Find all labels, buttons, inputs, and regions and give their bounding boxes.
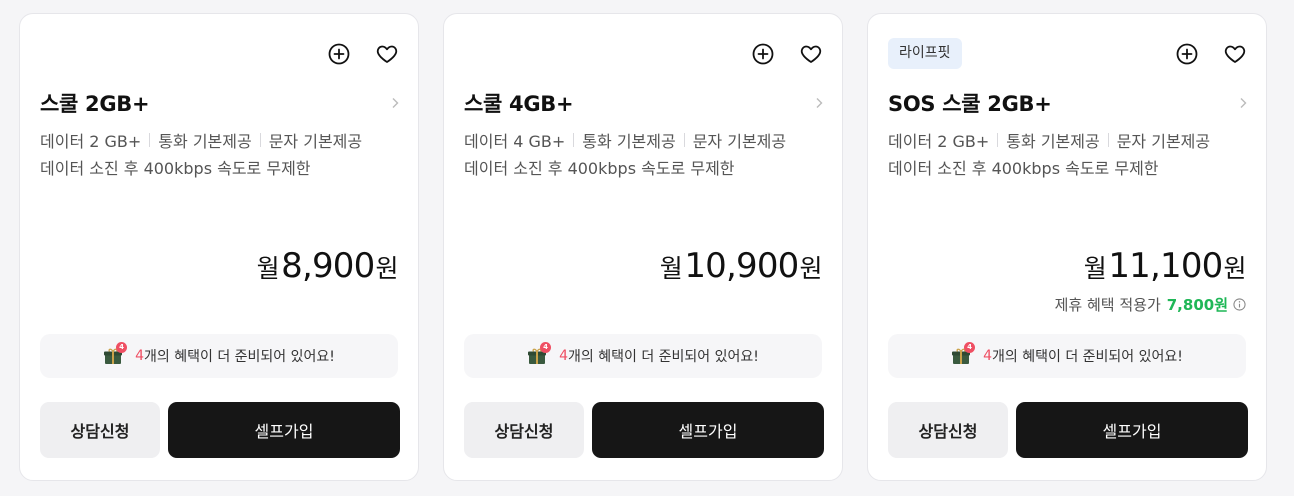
heart-icon bbox=[1224, 45, 1246, 63]
monthly-price: 월 11,100 원 bbox=[1083, 246, 1247, 286]
divider bbox=[997, 133, 999, 147]
spec-call: 통화 기본제공 bbox=[582, 132, 676, 151]
benefit-count: 4 bbox=[135, 348, 145, 364]
divider bbox=[1107, 133, 1109, 147]
plan-name: 스쿨 4GB+ bbox=[464, 92, 574, 116]
discount-label: 제휴 혜택 적용가 bbox=[1054, 296, 1161, 314]
heart-icon bbox=[800, 45, 822, 63]
favorite-button[interactable] bbox=[375, 42, 399, 66]
discount-price: 7,800원 bbox=[1166, 296, 1228, 314]
gift-badge: 4 bbox=[540, 342, 552, 353]
price-prefix: 월 bbox=[659, 254, 683, 283]
benefit-text: 개의 혜택이 더 준비되어 있어요! bbox=[144, 349, 335, 365]
price-value: 11,100 bbox=[1108, 246, 1223, 286]
spec-data: 데이터 2 GB+ bbox=[888, 132, 990, 151]
plan-card: 라이프핏 SOS 스쿨 2GB+ 데이터 2 GB+ 통화 기본제공 문자 기본제공… bbox=[867, 13, 1267, 481]
chevron-right-icon bbox=[1236, 96, 1250, 110]
self-join-button[interactable]: 셀프가입 bbox=[592, 402, 824, 458]
plan-card: 스쿨 2GB+ 데이터 2 GB+ 통화 기본제공 문자 기본제공 데이터 소진 후… bbox=[19, 13, 419, 481]
spec-call: 통화 기본제공 bbox=[158, 132, 252, 151]
spec-data: 데이터 2 GB+ bbox=[40, 132, 142, 151]
spec-sms: 문자 기본제공 bbox=[1116, 132, 1211, 151]
price-suffix: 원 bbox=[1223, 254, 1246, 283]
gift-badge: 4 bbox=[116, 342, 128, 353]
benefit-text: 개의 혜택이 더 준비되어 있어요! bbox=[992, 349, 1183, 365]
benefit-banner[interactable]: 4 4 개의 혜택이 더 준비되어 있어요! bbox=[464, 334, 822, 378]
plan-tag-badge: 라이프핏 bbox=[888, 38, 962, 69]
plan-specs: 데이터 4 GB+ 통화 기본제공 문자 기본제공 bbox=[464, 128, 786, 152]
consult-button[interactable]: 상담신청 bbox=[40, 402, 160, 458]
consult-button[interactable]: 상담신청 bbox=[888, 402, 1008, 458]
gift-icon: 4 bbox=[527, 342, 552, 365]
divider bbox=[573, 133, 575, 147]
price-suffix: 원 bbox=[799, 254, 822, 283]
gift-icon: 4 bbox=[103, 342, 128, 365]
price-prefix: 월 bbox=[1083, 254, 1107, 283]
price-suffix: 원 bbox=[375, 254, 398, 283]
favorite-button[interactable] bbox=[1223, 42, 1247, 66]
self-join-button[interactable]: 셀프가입 bbox=[168, 402, 400, 458]
plan-name: 스쿨 2GB+ bbox=[40, 92, 150, 116]
plan-name: SOS 스쿨 2GB+ bbox=[888, 92, 1052, 116]
plus-circle-icon bbox=[328, 43, 350, 65]
plan-title-link[interactable]: 스쿨 4GB+ bbox=[464, 88, 826, 118]
monthly-price: 월 8,900 원 bbox=[256, 246, 399, 286]
spec-sms: 문자 기본제공 bbox=[692, 132, 787, 151]
chevron-right-icon bbox=[812, 96, 826, 110]
plus-circle-icon bbox=[752, 43, 774, 65]
divider bbox=[683, 133, 685, 147]
heart-icon bbox=[376, 45, 398, 63]
plan-title-link[interactable]: SOS 스쿨 2GB+ bbox=[888, 88, 1250, 118]
spec-note: 데이터 소진 후 400kbps 속도로 무제한 bbox=[888, 159, 1159, 178]
partner-discount: 제휴 혜택 적용가 7,800원 bbox=[1055, 294, 1246, 315]
spec-data: 데이터 4 GB+ bbox=[464, 132, 566, 151]
monthly-price: 월 10,900 원 bbox=[659, 246, 823, 286]
benefit-banner[interactable]: 4 4 개의 혜택이 더 준비되어 있어요! bbox=[40, 334, 398, 378]
gift-icon: 4 bbox=[951, 342, 976, 365]
price-prefix: 월 bbox=[256, 254, 280, 283]
self-join-button[interactable]: 셀프가입 bbox=[1016, 402, 1248, 458]
divider bbox=[259, 133, 261, 147]
spec-call: 통화 기본제공 bbox=[1006, 132, 1100, 151]
spec-note: 데이터 소진 후 400kbps 속도로 무제한 bbox=[464, 159, 735, 178]
plan-title-link[interactable]: 스쿨 2GB+ bbox=[40, 88, 402, 118]
spec-note: 데이터 소진 후 400kbps 속도로 무제한 bbox=[40, 159, 311, 178]
plan-specs: 데이터 2 GB+ 통화 기본제공 문자 기본제공 bbox=[40, 128, 362, 152]
plan-card: 스쿨 4GB+ 데이터 4 GB+ 통화 기본제공 문자 기본제공 데이터 소진 후… bbox=[443, 13, 843, 481]
chevron-right-icon bbox=[388, 96, 402, 110]
favorite-button[interactable] bbox=[799, 42, 823, 66]
divider bbox=[149, 133, 151, 147]
price-value: 10,900 bbox=[684, 246, 799, 286]
benefit-count: 4 bbox=[559, 348, 569, 364]
plan-specs: 데이터 2 GB+ 통화 기본제공 문자 기본제공 bbox=[888, 128, 1210, 152]
info-icon[interactable] bbox=[1233, 298, 1246, 311]
compare-add-button[interactable] bbox=[327, 42, 351, 66]
benefit-count: 4 bbox=[983, 348, 993, 364]
price-value: 8,900 bbox=[281, 246, 375, 286]
benefit-text: 개의 혜택이 더 준비되어 있어요! bbox=[568, 349, 759, 365]
gift-badge: 4 bbox=[964, 342, 976, 353]
compare-add-button[interactable] bbox=[751, 42, 775, 66]
compare-add-button[interactable] bbox=[1175, 42, 1199, 66]
plus-circle-icon bbox=[1176, 43, 1198, 65]
spec-sms: 문자 기본제공 bbox=[268, 132, 363, 151]
benefit-banner[interactable]: 4 4 개의 혜택이 더 준비되어 있어요! bbox=[888, 334, 1246, 378]
consult-button[interactable]: 상담신청 bbox=[464, 402, 584, 458]
